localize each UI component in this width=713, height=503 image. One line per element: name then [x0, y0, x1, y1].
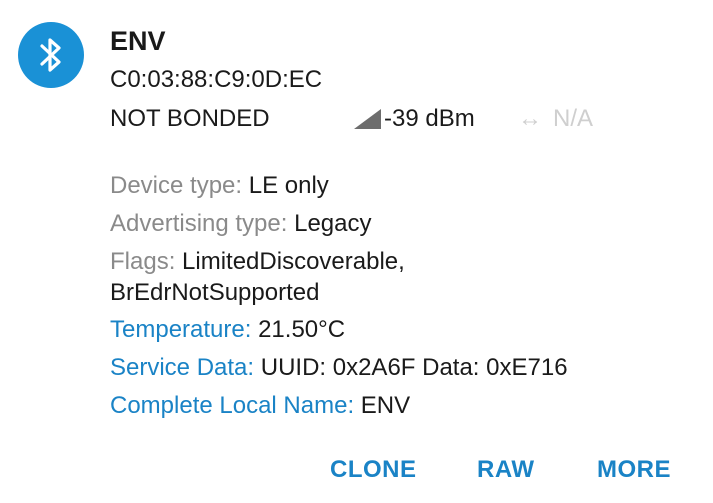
flags-row: Flags: LimitedDiscoverable, BrEdrNotSupp… [110, 246, 470, 308]
device-name: ENV [110, 26, 166, 56]
device-card[interactable]: ENV C0:03:88:C9:0D:EC NOT BONDED -39 dBm… [0, 0, 713, 503]
service-data-label: Service Data: [110, 354, 261, 381]
advertising-type-row: Advertising type: Legacy [110, 208, 690, 240]
more-button[interactable]: MORE [597, 452, 671, 488]
rssi-value: -39 dBm [384, 105, 475, 132]
bluetooth-icon [18, 22, 84, 88]
raw-button[interactable]: RAW [477, 452, 535, 488]
service-data-value: UUID: 0x2A6F Data: 0xE716 [260, 354, 568, 381]
device-mac-address: C0:03:88:C9:0D:EC [110, 66, 323, 93]
advertising-interval: N/A [553, 105, 594, 132]
advertising-type-label: Advertising type: [110, 210, 295, 237]
device-status-row: NOT BONDED -39 dBm ↔ N/A [110, 102, 670, 136]
local-name-label: Complete Local Name: [110, 392, 361, 419]
device-type-row: Device type: LE only [110, 170, 690, 202]
clone-button[interactable]: CLONE [330, 452, 417, 488]
signal-strength-icon [354, 109, 381, 129]
service-data-row: Service Data: UUID: 0x2A6F Data: 0xE716 [110, 352, 690, 384]
left-right-arrow-icon: ↔ [518, 105, 542, 132]
advertising-type-value: Legacy [294, 210, 372, 237]
local-name-row: Complete Local Name: ENV [110, 390, 690, 422]
bond-state: NOT BONDED [110, 105, 270, 132]
temperature-row: Temperature: 21.50°C [110, 314, 690, 346]
temperature-value: 21.50°C [258, 316, 346, 343]
device-type-label: Device type: [110, 172, 249, 199]
action-bar: CLONE RAW MORE [0, 452, 713, 488]
device-type-value: LE only [248, 172, 329, 199]
advertisement-details: Device type: LE only Advertising type: L… [110, 170, 690, 428]
flags-label: Flags: [110, 248, 183, 275]
local-name-value: ENV [360, 392, 411, 419]
temperature-label: Temperature: [110, 316, 259, 343]
